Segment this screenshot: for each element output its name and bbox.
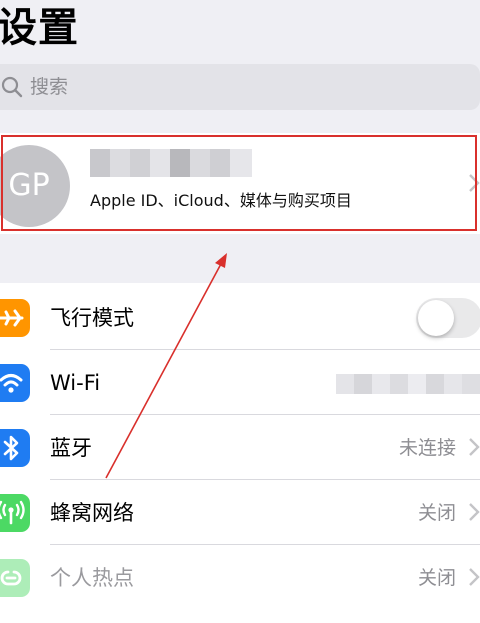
settings-row-value: 关闭 xyxy=(417,567,456,589)
hotspot-icon xyxy=(0,559,30,597)
search-placeholder: 搜索 xyxy=(30,76,69,98)
settings-row-label: 飞行模式 xyxy=(50,306,134,330)
search-icon xyxy=(1,76,23,98)
wifi-icon xyxy=(0,364,30,402)
highlight-box xyxy=(1,135,477,231)
settings-row-label: Wi-Fi xyxy=(50,371,101,395)
page-title: 设置 xyxy=(0,5,79,51)
cellular-antenna-icon xyxy=(0,494,30,532)
settings-row-value: 关闭 xyxy=(417,502,456,524)
settings-group: 飞行模式 Wi-Fi 蓝牙 未连接 蜂窝网络 关闭 个人热点 关闭 xyxy=(0,283,480,623)
settings-row-airplane-mode[interactable]: 飞行模式 xyxy=(0,285,480,350)
toggle-knob xyxy=(418,300,454,336)
search-bar[interactable]: 搜索 xyxy=(0,64,480,110)
chevron-right-icon xyxy=(469,438,480,456)
settings-row-personal-hotspot[interactable]: 个人热点 关闭 xyxy=(0,545,480,610)
bluetooth-icon xyxy=(0,429,30,467)
airplane-icon xyxy=(0,299,30,337)
settings-row-label: 蓝牙 xyxy=(50,436,92,460)
settings-row-value: 未连接 xyxy=(398,437,456,459)
settings-row-label: 个人热点 xyxy=(50,566,134,590)
settings-row-wifi[interactable]: Wi-Fi xyxy=(0,350,480,415)
airplane-mode-toggle[interactable] xyxy=(416,298,480,338)
blurred-network-name xyxy=(336,374,480,394)
settings-row-cellular[interactable]: 蜂窝网络 关闭 xyxy=(0,480,480,545)
chevron-right-icon xyxy=(469,568,480,586)
chevron-right-icon xyxy=(469,503,480,521)
settings-row-label: 蜂窝网络 xyxy=(50,501,134,525)
settings-row-bluetooth[interactable]: 蓝牙 未连接 xyxy=(0,415,480,480)
